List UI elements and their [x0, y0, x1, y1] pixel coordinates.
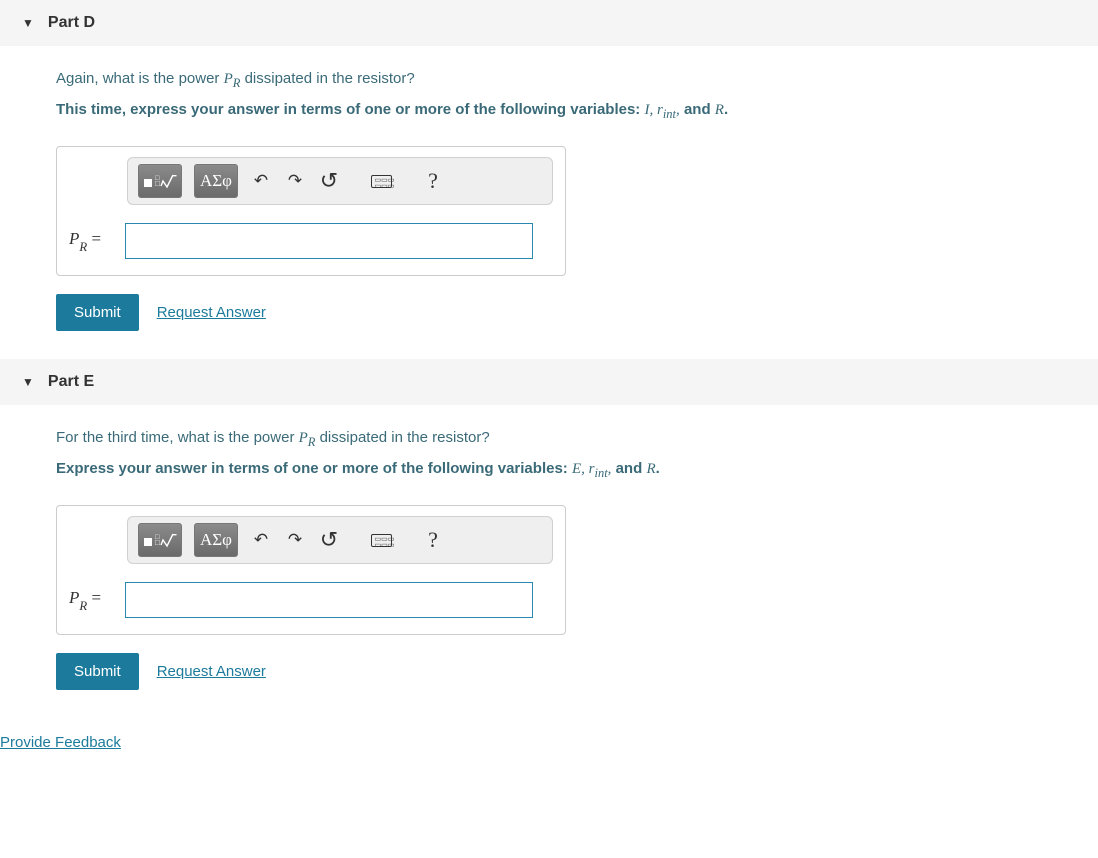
- reset-icon[interactable]: ↺: [318, 170, 340, 192]
- equation-toolbar: □□ ΑΣφ ↶ ↷ ↺ ▭▭▭▭▭▭ ?: [127, 157, 553, 205]
- undo-icon[interactable]: ↶: [250, 529, 272, 551]
- part-d-hint: This time, express your answer in terms …: [56, 101, 1042, 122]
- part-d-header[interactable]: ▼ Part D: [0, 0, 1098, 46]
- feedback-row: Provide Feedback: [0, 734, 1098, 767]
- part-e-question: For the third time, what is the power PR…: [56, 429, 1042, 450]
- part-e-actions: Submit Request Answer: [56, 653, 1042, 690]
- keyboard-icon[interactable]: ▭▭▭▭▭▭: [370, 170, 392, 192]
- part-d-answer-pad: □□ ΑΣφ ↶ ↷ ↺ ▭▭▭▭▭▭ ? PR =: [56, 146, 566, 276]
- request-answer-link[interactable]: Request Answer: [157, 304, 266, 321]
- submit-button[interactable]: Submit: [56, 294, 139, 331]
- answer-input[interactable]: [125, 582, 533, 618]
- greek-button[interactable]: ΑΣφ: [194, 164, 238, 198]
- provide-feedback-link[interactable]: Provide Feedback: [0, 734, 121, 751]
- reset-icon[interactable]: ↺: [318, 529, 340, 551]
- help-icon[interactable]: ?: [422, 529, 444, 551]
- answer-label: PR =: [69, 588, 117, 611]
- part-d-title: Part D: [48, 14, 95, 32]
- part-e-header[interactable]: ▼ Part E: [0, 359, 1098, 405]
- part-e-answer-pad: □□ ΑΣφ ↶ ↷ ↺ ▭▭▭▭▭▭ ? PR =: [56, 505, 566, 635]
- redo-icon[interactable]: ↷: [284, 170, 306, 192]
- caret-icon: ▼: [22, 375, 34, 389]
- var-PR: PR: [299, 430, 316, 446]
- part-e-body: For the third time, what is the power PR…: [0, 405, 1098, 718]
- greek-button[interactable]: ΑΣφ: [194, 523, 238, 557]
- help-icon[interactable]: ?: [422, 170, 444, 192]
- submit-button[interactable]: Submit: [56, 653, 139, 690]
- answer-row: PR =: [69, 223, 553, 259]
- templates-button[interactable]: □□: [138, 523, 182, 557]
- templates-button[interactable]: □□: [138, 164, 182, 198]
- caret-icon: ▼: [22, 16, 34, 30]
- answer-row: PR =: [69, 582, 553, 618]
- part-d-question: Again, what is the power PR dissipated i…: [56, 70, 1042, 91]
- part-d-body: Again, what is the power PR dissipated i…: [0, 46, 1098, 359]
- part-e-title: Part E: [48, 373, 94, 391]
- answer-label: PR =: [69, 229, 117, 252]
- equation-toolbar: □□ ΑΣφ ↶ ↷ ↺ ▭▭▭▭▭▭ ?: [127, 516, 553, 564]
- var-PR: PR: [224, 71, 241, 87]
- part-e-hint: Express your answer in terms of one or m…: [56, 460, 1042, 481]
- undo-icon[interactable]: ↶: [250, 170, 272, 192]
- keyboard-icon[interactable]: ▭▭▭▭▭▭: [370, 529, 392, 551]
- part-d-actions: Submit Request Answer: [56, 294, 1042, 331]
- redo-icon[interactable]: ↷: [284, 529, 306, 551]
- answer-input[interactable]: [125, 223, 533, 259]
- request-answer-link[interactable]: Request Answer: [157, 663, 266, 680]
